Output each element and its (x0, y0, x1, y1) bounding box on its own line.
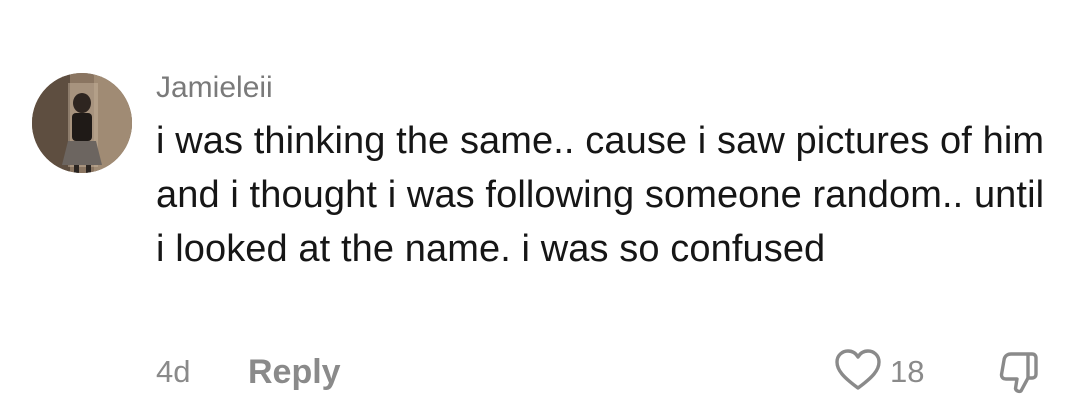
like-count: 18 (890, 354, 925, 389)
avatar-photo-icon (32, 73, 132, 173)
thumbs-down-icon (999, 352, 1038, 394)
like-button[interactable] (833, 346, 883, 396)
reply-button[interactable]: Reply (248, 352, 341, 392)
avatar[interactable] (32, 73, 132, 173)
heart-icon (835, 349, 881, 390)
comment-text: i was thinking the same.. cause i saw pi… (156, 120, 1045, 270)
comment-actions: 4d Reply 18 (0, 346, 1080, 396)
comment-timestamp: 4d (156, 354, 191, 389)
dislike-button[interactable] (994, 346, 1044, 396)
comment-username[interactable]: Jamieleii (156, 68, 273, 108)
comment-item: Jamieleii i was thinking the same.. caus… (0, 0, 1080, 404)
